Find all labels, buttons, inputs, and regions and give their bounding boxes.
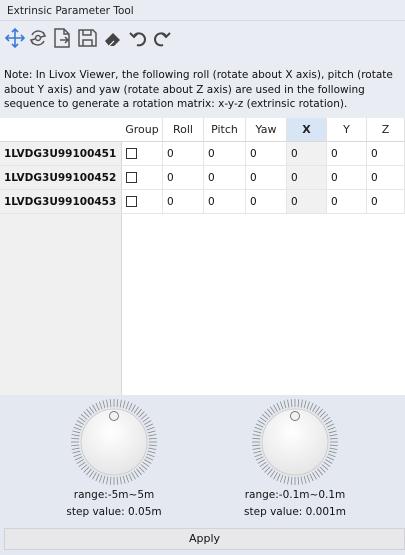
yaw-cell[interactable]: 0: [246, 142, 287, 166]
pitch-cell[interactable]: 0: [204, 166, 246, 190]
knob-range-label: range:-5m~5m: [73, 489, 155, 501]
refresh-icon[interactable]: [27, 27, 49, 49]
z-cell[interactable]: 0: [367, 166, 405, 190]
knob-step-label: step value: 0.05m: [66, 506, 162, 518]
save-icon[interactable]: [76, 27, 98, 49]
column-header-y[interactable]: Y: [327, 118, 367, 142]
apply-button[interactable]: Apply: [4, 528, 405, 550]
group-checkbox[interactable]: [126, 196, 137, 207]
move-arrows-icon[interactable]: [4, 27, 26, 49]
roll-cell[interactable]: 0: [163, 166, 204, 190]
pitch-cell[interactable]: 0: [204, 142, 246, 166]
group-checkbox[interactable]: [126, 148, 137, 159]
column-header-x[interactable]: X: [287, 118, 327, 142]
note-line: sequence to generate a rotation matrix: …: [4, 98, 348, 110]
z-cell[interactable]: 0: [367, 190, 405, 214]
import-file-icon[interactable]: [51, 27, 73, 49]
column-header-pitch[interactable]: Pitch: [204, 118, 246, 142]
control-panel: range:-5m~5m step value: 0.05m range:-0.…: [0, 395, 405, 555]
knob-step-label: step value: 0.001m: [244, 506, 346, 518]
rotation-note: Note: In Livox Viewer, the following rol…: [0, 63, 405, 118]
y-cell[interactable]: 0: [327, 166, 367, 190]
row-header[interactable]: 1LVDG3U99100452: [0, 166, 122, 190]
group-cell: [122, 166, 163, 190]
table-corner: [0, 118, 122, 142]
undo-icon[interactable]: [127, 27, 149, 49]
group-cell: [122, 142, 163, 166]
toolbar: [0, 21, 405, 63]
knob-range-label: range:-0.1m~0.1m: [244, 489, 346, 501]
column-header-roll[interactable]: Roll: [163, 118, 204, 142]
x-cell[interactable]: 0: [287, 190, 327, 214]
parameter-table: Group Roll Pitch Yaw X Y Z 1LVDG3U991004…: [0, 118, 405, 395]
redo-icon[interactable]: [151, 27, 173, 49]
yaw-cell[interactable]: 0: [246, 166, 287, 190]
yaw-cell[interactable]: 0: [246, 190, 287, 214]
y-cell[interactable]: 0: [327, 190, 367, 214]
x-cell[interactable]: 0: [287, 166, 327, 190]
row-header[interactable]: 1LVDG3U99100453: [0, 190, 122, 214]
note-line: Note: In Livox Viewer, the following rol…: [4, 69, 393, 81]
z-cell[interactable]: 0: [367, 142, 405, 166]
column-header-z[interactable]: Z: [367, 118, 405, 142]
row-header[interactable]: 1LVDG3U99100451: [0, 142, 122, 166]
column-header-group[interactable]: Group: [122, 118, 163, 142]
knob-dial[interactable]: [250, 397, 340, 487]
translation-knob-coarse[interactable]: [69, 397, 159, 487]
pitch-cell[interactable]: 0: [204, 190, 246, 214]
note-line: about Y axis) and yaw (rotate about Z ax…: [4, 83, 365, 96]
roll-cell[interactable]: 0: [163, 142, 204, 166]
x-cell[interactable]: 0: [287, 142, 327, 166]
translation-knob-fine[interactable]: [250, 397, 340, 487]
group-checkbox[interactable]: [126, 172, 137, 183]
group-cell: [122, 190, 163, 214]
eraser-icon[interactable]: [102, 27, 124, 49]
column-header-yaw[interactable]: Yaw: [246, 118, 287, 142]
knob-dial[interactable]: [69, 397, 159, 487]
window-title: Extrinsic Parameter Tool: [0, 0, 405, 21]
roll-cell[interactable]: 0: [163, 190, 204, 214]
y-cell[interactable]: 0: [327, 142, 367, 166]
